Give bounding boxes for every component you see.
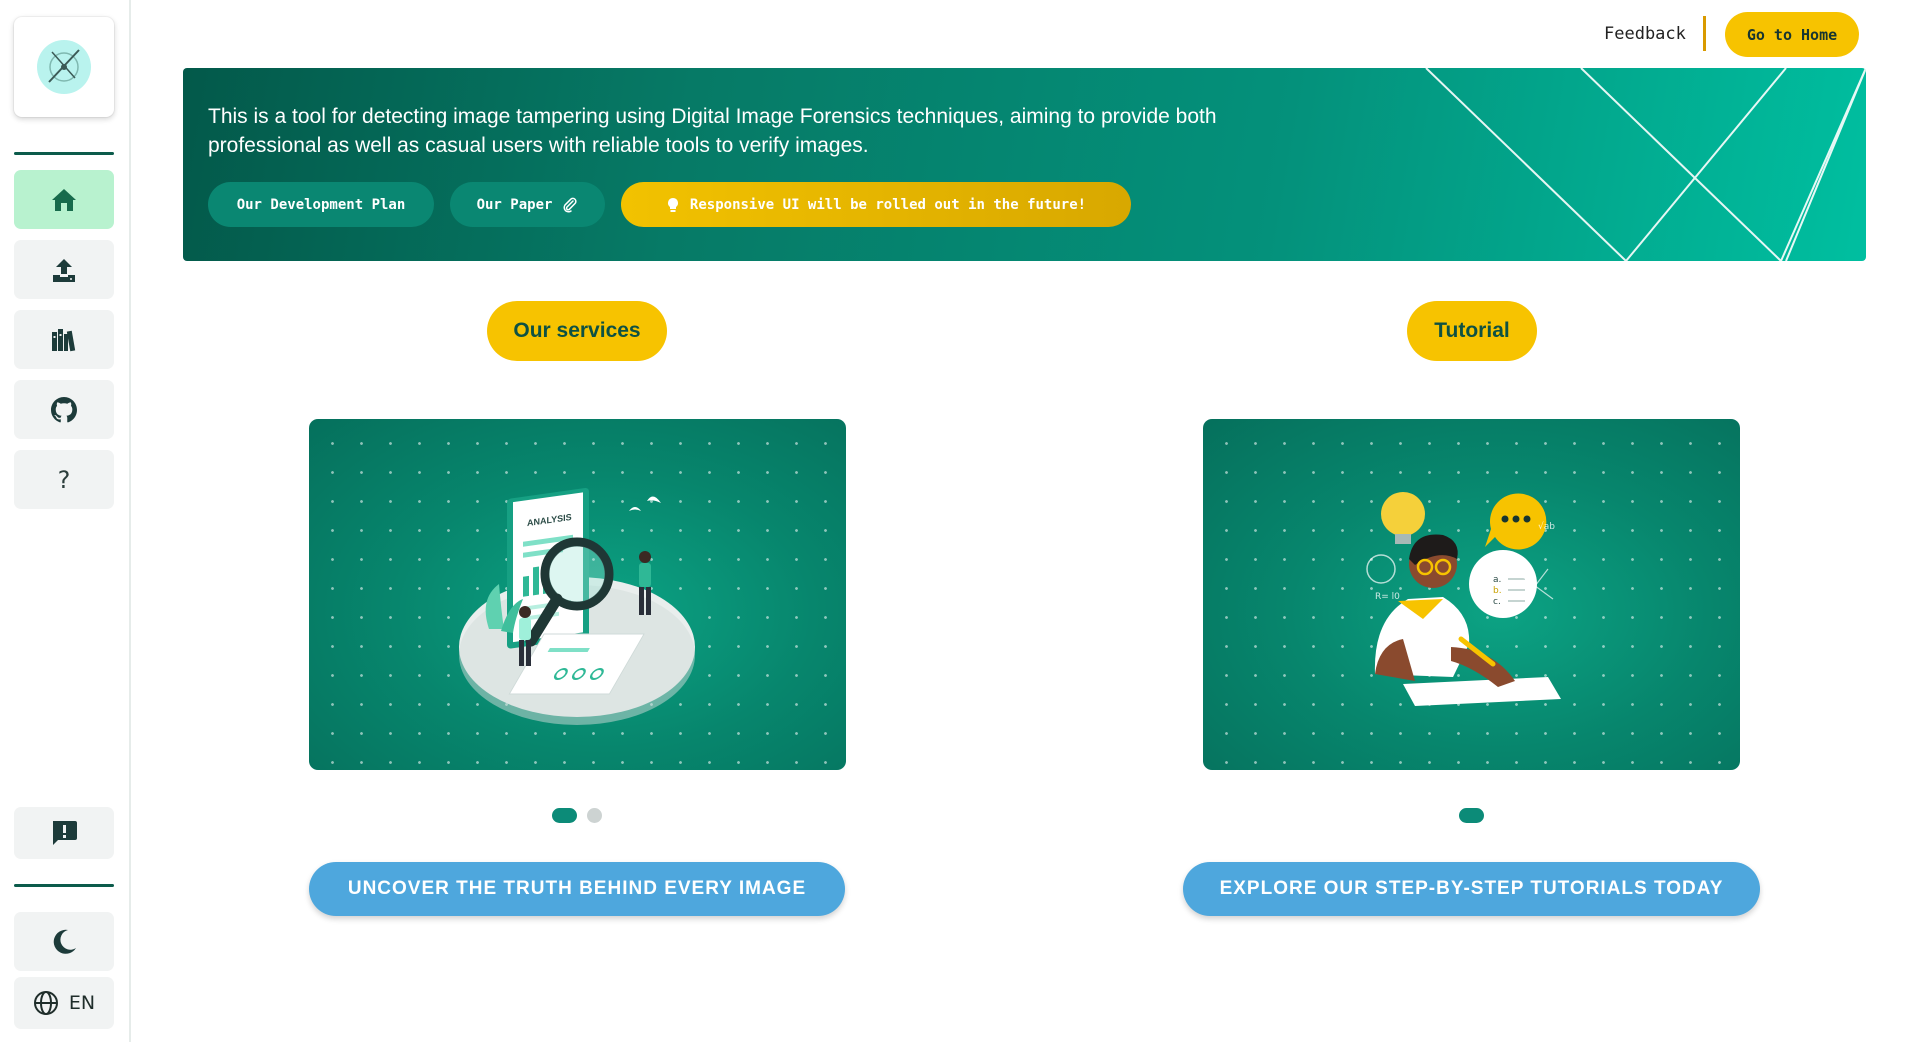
go-home-button[interactable]: Go to Home (1725, 12, 1859, 57)
upload-icon (53, 258, 75, 282)
language-selector[interactable]: EN (14, 977, 114, 1029)
banner-description: This is a tool for detecting image tampe… (208, 105, 1217, 157)
services-slide-dot-1[interactable] (552, 808, 577, 823)
development-plan-label: Our Development Plan (236, 196, 406, 213)
header-separator (1703, 16, 1706, 51)
lightbulb-icon (667, 197, 678, 212)
tutorial-card[interactable]: R= l0 a. b. c. √ab (1203, 419, 1740, 770)
globe-icon (33, 991, 58, 1015)
home-icon (52, 188, 76, 211)
svg-text:R= l0: R= l0 (1375, 592, 1400, 602)
language-label: EN (68, 992, 96, 1014)
services-slide-dot-2[interactable] (587, 808, 602, 823)
quiz-option-b: b. (1493, 586, 1502, 596)
app-logo[interactable] (14, 17, 114, 117)
sidebar-divider-top (14, 152, 114, 155)
sidebar-item-feedback[interactable] (14, 807, 114, 859)
analysis-illustration: ANALYSIS (459, 487, 695, 725)
responsive-notice-badge: Responsive UI will be rolled out in the … (621, 182, 1131, 227)
feedback-link[interactable]: Feedback (1604, 22, 1686, 46)
comment-alert-icon (53, 821, 77, 845)
tutorial-illustration: R= l0 a. b. c. √ab (1366, 492, 1561, 706)
sidebar-item-library[interactable] (14, 310, 114, 369)
uncover-truth-button[interactable]: UNCOVER THE TRUTH BEHIND EVERY IMAGE (309, 862, 845, 916)
logo-icon (37, 40, 91, 94)
tutorial-slide-dot-1[interactable] (1459, 808, 1484, 823)
explore-tutorials-button[interactable]: EXPLORE OUR STEP-BY-STEP TUTORIALS TODAY (1183, 862, 1760, 916)
paperclip-icon (563, 197, 578, 213)
paper-label: Our Paper (476, 196, 553, 213)
intro-banner: This is a tool for detecting image tampe… (183, 68, 1866, 261)
question-icon: ? (57, 465, 71, 494)
sidebar-item-home[interactable] (14, 170, 114, 229)
library-icon (52, 328, 76, 351)
github-icon (51, 396, 77, 422)
theme-toggle[interactable] (14, 912, 114, 971)
quiz-option-c: c. (1493, 597, 1501, 607)
sidebar-divider-bottom (14, 884, 114, 887)
paper-button[interactable]: Our Paper (450, 182, 605, 227)
banner-decoration (1425, 68, 1866, 261)
responsive-notice-label: Responsive UI will be rolled out in the … (689, 196, 1087, 213)
development-plan-button[interactable]: Our Development Plan (208, 182, 434, 227)
sidebar-item-github[interactable] (14, 380, 114, 439)
sidebar-item-help[interactable]: ? (14, 450, 114, 509)
sidebar-item-upload[interactable] (14, 240, 114, 299)
svg-text:√ab: √ab (1538, 521, 1555, 532)
services-title: Our services (487, 301, 667, 361)
quiz-option-a: a. (1493, 575, 1501, 585)
services-card[interactable]: ANALYSIS (309, 419, 846, 770)
tutorial-title: Tutorial (1407, 301, 1537, 361)
moon-icon (53, 929, 76, 954)
sidebar: ? EN (0, 0, 131, 1042)
